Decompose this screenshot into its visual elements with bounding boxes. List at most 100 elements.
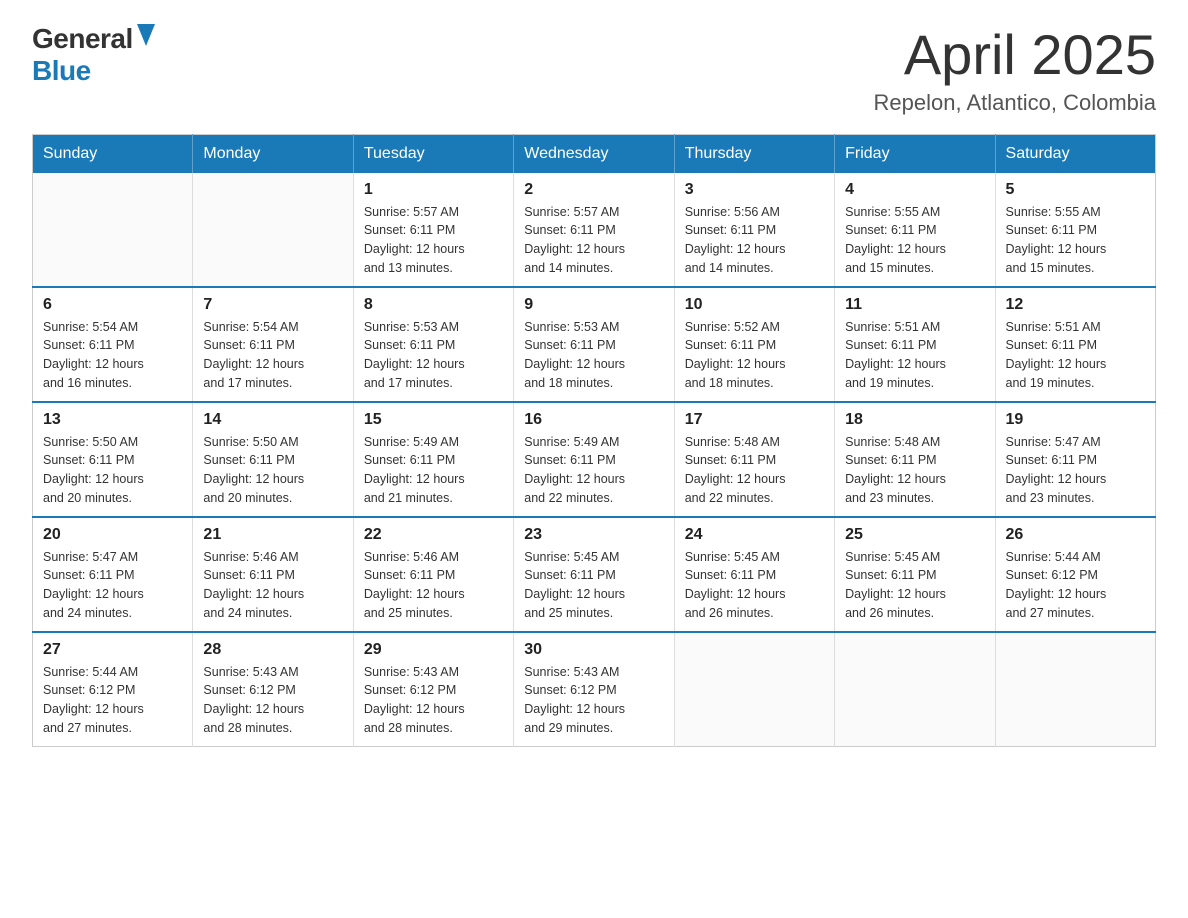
day-info: Sunrise: 5:45 AMSunset: 6:11 PMDaylight:… [845, 548, 984, 623]
calendar-week-row: 13 Sunrise: 5:50 AMSunset: 6:11 PMDayligh… [33, 402, 1156, 517]
calendar-cell: 1Sunrise: 5:57 AMSunset: 6:11 PMDaylight… [353, 173, 513, 287]
calendar-cell: 12 Sunrise: 5:51 AMSunset: 6:11 PMDayligh… [995, 287, 1155, 402]
calendar-cell: 28 Sunrise: 5:43 AMSunset: 6:12 PMDayligh… [193, 632, 353, 747]
day-number: 11 [845, 296, 984, 314]
day-number: 29 [364, 641, 503, 659]
calendar-cell: 17 Sunrise: 5:48 AMSunset: 6:11 PMDayligh… [674, 402, 834, 517]
calendar-table: SundayMondayTuesdayWednesdayThursdayFrid… [32, 134, 1156, 747]
day-info: Sunrise: 5:52 AMSunset: 6:11 PMDaylight:… [685, 318, 824, 393]
day-info: Sunrise: 5:44 AMSunset: 6:12 PMDaylight:… [1006, 548, 1145, 623]
calendar-cell: 13 Sunrise: 5:50 AMSunset: 6:11 PMDayligh… [33, 402, 193, 517]
calendar-header-row: SundayMondayTuesdayWednesdayThursdayFrid… [33, 134, 1156, 173]
calendar-cell: 6 Sunrise: 5:54 AMSunset: 6:11 PMDaylight… [33, 287, 193, 402]
day-info: Sunrise: 5:53 AMSunset: 6:11 PMDaylight:… [524, 318, 663, 393]
day-number: 16 [524, 411, 663, 429]
day-info: Sunrise: 5:47 AMSunset: 6:11 PMDaylight:… [1006, 433, 1145, 508]
calendar-cell: 5 Sunrise: 5:55 AMSunset: 6:11 PMDaylight… [995, 173, 1155, 287]
calendar-cell: 23 Sunrise: 5:45 AMSunset: 6:11 PMDayligh… [514, 517, 674, 632]
column-header-saturday: Saturday [995, 134, 1155, 173]
day-info: Sunrise: 5:50 AMSunset: 6:11 PMDaylight:… [43, 433, 182, 508]
day-number: 12 [1006, 296, 1145, 314]
day-number: 18 [845, 411, 984, 429]
calendar-cell [193, 173, 353, 287]
day-number: 19 [1006, 411, 1145, 429]
day-info: Sunrise: 5:55 AMSunset: 6:11 PMDaylight:… [1006, 203, 1145, 278]
calendar-cell [835, 632, 995, 747]
day-number: 25 [845, 526, 984, 544]
day-number: 9 [524, 296, 663, 314]
day-info: Sunrise: 5:49 AMSunset: 6:11 PMDaylight:… [364, 433, 503, 508]
day-number: 4 [845, 181, 984, 199]
day-number: 23 [524, 526, 663, 544]
day-info: Sunrise: 5:44 AMSunset: 6:12 PMDaylight:… [43, 663, 182, 738]
calendar-week-row: 1 Sunrise: 5:57 AMSunset: 6:11 PMDaylight… [33, 173, 1156, 287]
day-number: 1 [364, 181, 503, 199]
calendar-cell: 16 Sunrise: 5:49 AMSunset: 6:11 PMDayligh… [514, 402, 674, 517]
title-section: April 2025 Repelon, Atlantico, Colombia [874, 24, 1157, 116]
column-header-monday: Monday [193, 134, 353, 173]
calendar-cell: 11Sunrise: 5:51 AMSunset: 6:11 PMDayligh… [835, 287, 995, 402]
calendar-cell [674, 632, 834, 747]
calendar-cell: 22 Sunrise: 5:46 AMSunset: 6:11 PMDayligh… [353, 517, 513, 632]
column-header-wednesday: Wednesday [514, 134, 674, 173]
day-number: 5 [1006, 181, 1145, 199]
page-header: General Blue April 2025 Repelon, Atlanti… [32, 24, 1156, 116]
calendar-cell: 24Sunrise: 5:45 AMSunset: 6:11 PMDayligh… [674, 517, 834, 632]
day-number: 15 [364, 411, 503, 429]
calendar-cell: 18 Sunrise: 5:48 AMSunset: 6:11 PMDayligh… [835, 402, 995, 517]
day-number: 13 [43, 411, 182, 429]
day-number: 27 [43, 641, 182, 659]
day-info: Sunrise: 5:49 AMSunset: 6:11 PMDaylight:… [524, 433, 663, 508]
calendar-cell: 4 Sunrise: 5:55 AMSunset: 6:11 PMDaylight… [835, 173, 995, 287]
day-info: Sunrise: 5:45 AMSunset: 6:11 PMDaylight:… [685, 548, 824, 623]
day-info: Sunrise: 5:46 AMSunset: 6:11 PMDaylight:… [364, 548, 503, 623]
calendar-cell: 15 Sunrise: 5:49 AMSunset: 6:11 PMDayligh… [353, 402, 513, 517]
day-number: 28 [203, 641, 342, 659]
day-number: 8 [364, 296, 503, 314]
day-info: Sunrise: 5:45 AMSunset: 6:11 PMDaylight:… [524, 548, 663, 623]
calendar-week-row: 6 Sunrise: 5:54 AMSunset: 6:11 PMDaylight… [33, 287, 1156, 402]
logo-triangle-icon [137, 24, 155, 51]
day-info: Sunrise: 5:54 AMSunset: 6:11 PMDaylight:… [43, 318, 182, 393]
calendar-cell: 2Sunrise: 5:57 AMSunset: 6:11 PMDaylight… [514, 173, 674, 287]
calendar-cell: 8 Sunrise: 5:53 AMSunset: 6:11 PMDaylight… [353, 287, 513, 402]
calendar-week-row: 27 Sunrise: 5:44 AMSunset: 6:12 PMDayligh… [33, 632, 1156, 747]
day-info: Sunrise: 5:48 AMSunset: 6:11 PMDaylight:… [845, 433, 984, 508]
day-info: Sunrise: 5:55 AMSunset: 6:11 PMDaylight:… [845, 203, 984, 278]
calendar-cell [33, 173, 193, 287]
calendar-cell: 20 Sunrise: 5:47 AMSunset: 6:11 PMDayligh… [33, 517, 193, 632]
logo-blue-text: Blue [32, 55, 91, 87]
day-number: 6 [43, 296, 182, 314]
day-info: Sunrise: 5:50 AMSunset: 6:11 PMDaylight:… [203, 433, 342, 508]
day-number: 17 [685, 411, 824, 429]
day-info: Sunrise: 5:46 AMSunset: 6:11 PMDaylight:… [203, 548, 342, 623]
day-info: Sunrise: 5:54 AMSunset: 6:11 PMDaylight:… [203, 318, 342, 393]
calendar-cell: 25 Sunrise: 5:45 AMSunset: 6:11 PMDayligh… [835, 517, 995, 632]
day-number: 22 [364, 526, 503, 544]
calendar-cell: 26 Sunrise: 5:44 AMSunset: 6:12 PMDayligh… [995, 517, 1155, 632]
month-year-title: April 2025 [874, 24, 1157, 86]
calendar-week-row: 20 Sunrise: 5:47 AMSunset: 6:11 PMDayligh… [33, 517, 1156, 632]
logo: General Blue [32, 24, 155, 87]
day-number: 7 [203, 296, 342, 314]
calendar-cell [995, 632, 1155, 747]
day-info: Sunrise: 5:43 AMSunset: 6:12 PMDaylight:… [364, 663, 503, 738]
column-header-thursday: Thursday [674, 134, 834, 173]
day-info: Sunrise: 5:43 AMSunset: 6:12 PMDaylight:… [524, 663, 663, 738]
day-info: Sunrise: 5:47 AMSunset: 6:11 PMDaylight:… [43, 548, 182, 623]
logo-general-text: General [32, 24, 133, 55]
day-info: Sunrise: 5:43 AMSunset: 6:12 PMDaylight:… [203, 663, 342, 738]
day-number: 14 [203, 411, 342, 429]
day-number: 21 [203, 526, 342, 544]
calendar-cell: 27 Sunrise: 5:44 AMSunset: 6:12 PMDayligh… [33, 632, 193, 747]
day-info: Sunrise: 5:51 AMSunset: 6:11 PMDaylight:… [1006, 318, 1145, 393]
day-number: 20 [43, 526, 182, 544]
day-info: Sunrise: 5:48 AMSunset: 6:11 PMDaylight:… [685, 433, 824, 508]
day-number: 26 [1006, 526, 1145, 544]
day-info: Sunrise: 5:53 AMSunset: 6:11 PMDaylight:… [364, 318, 503, 393]
calendar-cell: 29 Sunrise: 5:43 AMSunset: 6:12 PMDayligh… [353, 632, 513, 747]
calendar-cell: 3Sunrise: 5:56 AMSunset: 6:11 PMDaylight… [674, 173, 834, 287]
calendar-cell: 21 Sunrise: 5:46 AMSunset: 6:11 PMDayligh… [193, 517, 353, 632]
day-info: Sunrise: 5:57 AMSunset: 6:11 PMDaylight:… [524, 203, 663, 278]
day-number: 30 [524, 641, 663, 659]
